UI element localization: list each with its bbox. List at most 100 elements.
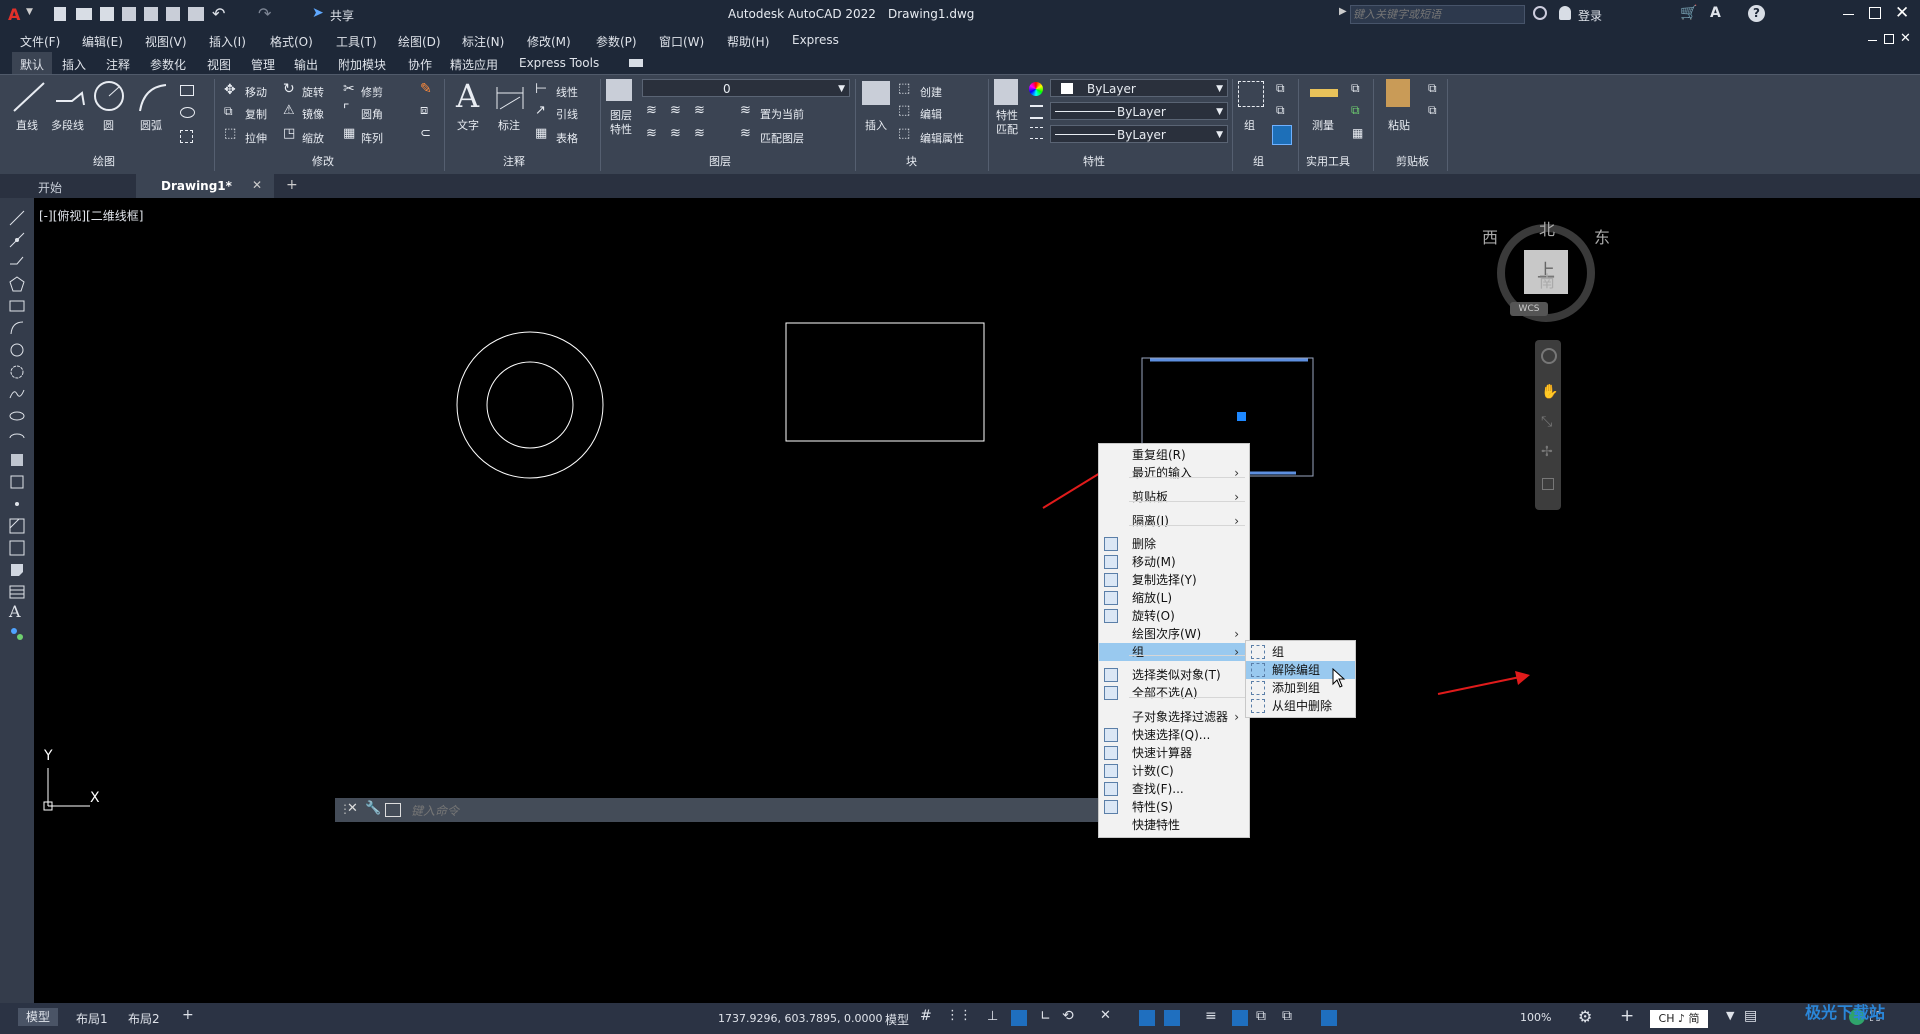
context-menu-item[interactable]: 复制选择(Y)	[1099, 571, 1249, 589]
scale-icon[interactable]: ◳	[283, 126, 295, 141]
ellipse-icon[interactable]	[9, 408, 25, 424]
context-menu-item[interactable]: 特性(S)	[1099, 798, 1249, 816]
match-properties-icon[interactable]	[994, 79, 1018, 105]
model-space-button[interactable]: 模型	[885, 1011, 909, 1028]
menu-view[interactable]: 视图(V)	[145, 33, 187, 50]
group-icon[interactable]	[1238, 81, 1264, 107]
maximize-icon[interactable]	[1869, 7, 1881, 19]
layout2-tab[interactable]: 布局2	[128, 1010, 160, 1027]
group-button[interactable]: 组	[1244, 117, 1255, 133]
mirror-icon[interactable]: ⚠	[283, 103, 295, 118]
match-properties-label-2[interactable]: 匹配	[996, 121, 1018, 137]
save-as-icon[interactable]	[122, 7, 136, 21]
spline-icon[interactable]	[9, 386, 25, 402]
line-button[interactable]: 直线	[16, 117, 38, 133]
close-icon[interactable]: ✕	[1895, 3, 1909, 23]
move-button[interactable]: 移动	[245, 84, 267, 100]
osnap-icon[interactable]	[1164, 1010, 1180, 1026]
tab-featured-apps[interactable]: 精选应用	[450, 56, 498, 73]
color-dropdown[interactable]: ByLayer ▼	[1050, 79, 1228, 97]
layer-tool-icon-6[interactable]: ≋	[694, 126, 705, 141]
arc-tool-icon[interactable]	[9, 320, 25, 336]
edit-attr-button[interactable]: 编辑属性	[920, 130, 964, 146]
tab-output[interactable]: 输出	[294, 56, 318, 73]
search-icon[interactable]	[1533, 6, 1547, 20]
revcloud-icon[interactable]	[9, 364, 25, 380]
paste-icon[interactable]	[1386, 79, 1410, 107]
scale-button[interactable]: 缩放	[302, 130, 324, 146]
make-block-icon[interactable]	[9, 474, 25, 490]
tab-manage[interactable]: 管理	[251, 56, 275, 73]
construction-line-icon[interactable]	[9, 232, 25, 248]
context-menu-item[interactable]: 旋转(O)	[1099, 607, 1249, 625]
doc-minimize-icon[interactable]	[1868, 40, 1877, 41]
menu-file[interactable]: 文件(F)	[20, 33, 60, 50]
match-layer-button[interactable]: 匹配图层	[760, 130, 804, 146]
autocad-logo-icon[interactable]: A	[8, 5, 20, 24]
command-close-icon[interactable]: ✕	[347, 801, 358, 816]
context-menu-item[interactable]: 移动(M)	[1099, 553, 1249, 571]
insert-block-button[interactable]: 插入	[865, 117, 887, 133]
outer-circle[interactable]	[456, 331, 604, 479]
dimension-icon[interactable]	[494, 83, 526, 113]
match-layer-icon[interactable]: ≋	[740, 126, 751, 141]
doc-close-icon[interactable]: ✕	[1900, 31, 1911, 46]
copy-icon[interactable]: ⧉	[224, 104, 233, 119]
paste-button[interactable]: 粘贴	[1388, 117, 1410, 133]
text-button[interactable]: 文字	[457, 117, 479, 133]
3d-osnap-icon[interactable]: ⧉	[1282, 1008, 1292, 1024]
pan-icon[interactable]: ✋	[1541, 384, 1558, 400]
polyline-button[interactable]: 多段线	[51, 117, 84, 133]
edit-block-button[interactable]: 编辑	[920, 106, 942, 122]
table-icon[interactable]: ▦	[535, 126, 547, 141]
dynamic-ucs-icon[interactable]	[1321, 1010, 1337, 1026]
erase-icon[interactable]: ✎	[420, 81, 432, 97]
insert-block-tool-icon[interactable]	[9, 452, 25, 468]
save-icon[interactable]	[100, 7, 114, 21]
compass-east[interactable]: 东	[1594, 224, 1610, 248]
polyline-tool-icon[interactable]	[9, 254, 25, 270]
hardware-accel-icon[interactable]: ▤	[1744, 1008, 1757, 1024]
steering-wheel-icon[interactable]	[1541, 348, 1557, 364]
trim-button[interactable]: 修剪	[361, 84, 383, 100]
start-tab[interactable]: 开始	[38, 179, 62, 196]
dynamic-input-icon[interactable]	[1011, 1010, 1027, 1026]
create-block-button[interactable]: 创建	[920, 84, 942, 100]
polygon-icon[interactable]	[9, 276, 25, 292]
block-panel-label[interactable]: 块	[906, 153, 917, 169]
linetype-dropdown[interactable]: ByLayer ▼	[1050, 102, 1228, 120]
rotate-icon[interactable]: ↻	[283, 81, 295, 97]
web-open-icon[interactable]	[144, 7, 158, 21]
calculator-icon[interactable]: ▦	[1352, 126, 1363, 140]
menu-draw[interactable]: 绘图(D)	[398, 33, 441, 50]
tab-collaborate[interactable]: 协作	[408, 56, 432, 73]
app-menu-arrow-icon[interactable]: ▼	[26, 7, 33, 17]
measure-icon[interactable]	[1310, 89, 1338, 97]
command-history-icon[interactable]	[385, 803, 401, 817]
leader-icon[interactable]: ↗	[535, 103, 546, 118]
infer-icon[interactable]: ⊥	[987, 1009, 998, 1024]
clipboard-panel-label[interactable]: 剪贴板	[1396, 153, 1429, 169]
context-menu-item[interactable]: 快速计算器	[1099, 744, 1249, 762]
rotate-button[interactable]: 旋转	[302, 84, 324, 100]
transparency-icon[interactable]	[1232, 1010, 1248, 1026]
context-menu-item[interactable]: 查找(F)...	[1099, 780, 1249, 798]
move-icon[interactable]: ✥	[224, 82, 236, 98]
command-customize-icon[interactable]: 🔧	[365, 801, 381, 816]
menu-modify[interactable]: 修改(M)	[527, 33, 571, 50]
circle-button[interactable]: 圆	[103, 117, 114, 133]
line-tool-icon[interactable]	[9, 210, 25, 226]
make-current-icon[interactable]: ≋	[740, 103, 751, 118]
context-menu-item[interactable]: 删除	[1099, 535, 1249, 553]
utilities-panel-label[interactable]: 实用工具	[1306, 153, 1350, 169]
lineweight-dropdown[interactable]: ByLayer ▼	[1050, 125, 1228, 143]
tab-annotate[interactable]: 注释	[106, 56, 130, 73]
menu-dimension[interactable]: 标注(N)	[462, 33, 504, 50]
user-icon[interactable]	[1559, 6, 1571, 20]
line-icon[interactable]	[10, 79, 50, 115]
layers-panel-label[interactable]: 图层	[709, 153, 731, 169]
layout1-tab[interactable]: 布局1	[76, 1010, 108, 1027]
rectangle-shape[interactable]	[785, 322, 985, 442]
table-tool-icon[interactable]	[9, 584, 25, 600]
add-layout-icon[interactable]: +	[182, 1007, 194, 1023]
